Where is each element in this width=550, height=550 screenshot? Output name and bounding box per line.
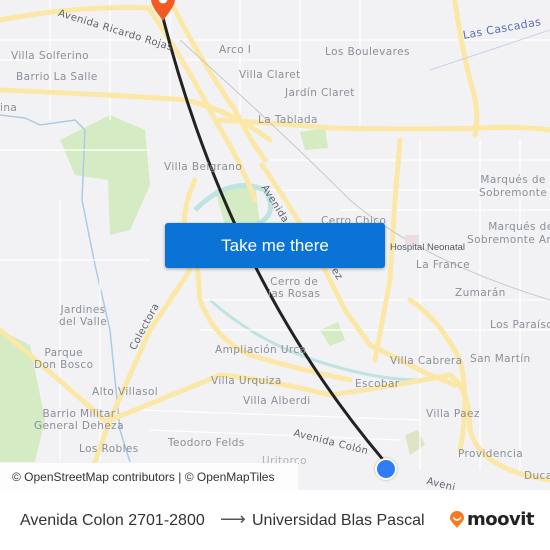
map-label-neighborhood: Barrio La Salle (16, 71, 98, 83)
map-label-neighborhood: Villa Belgrano (164, 161, 243, 173)
origin-name: Avenida Colon 2701-2800 (20, 512, 205, 529)
label-line: Sobremonte (479, 187, 548, 199)
map-label-neighborhood: Escobar (355, 378, 400, 390)
take-me-there-button[interactable]: Take me there (165, 223, 385, 268)
moovit-wordmark: moovit (467, 509, 535, 530)
map-label-neighborhood: Los Robles (79, 443, 139, 455)
destination-pin-icon[interactable] (147, 0, 179, 22)
label-line: Marqués de (488, 221, 550, 233)
park (320, 322, 345, 346)
footer: Avenida Colon 2701-2800 ⟶ Universidad Bl… (0, 490, 550, 550)
map-label-neighborhood: Arco I (219, 44, 252, 56)
map-label-neighborhood: Barrio Militar General Deheza (34, 408, 124, 432)
moovit-logo[interactable]: moovit (449, 509, 535, 530)
label-line: Sobremonte An (467, 234, 550, 246)
map-label-neighborhood: Teodoro Felds (168, 437, 245, 449)
moovit-pin-icon (450, 510, 464, 528)
origin-marker-icon[interactable] (375, 458, 397, 480)
arrow-right-icon: ⟶ (220, 509, 246, 529)
map-label-neighborhood: La Tablada (258, 114, 318, 126)
map-label-neighborhood: Villa Urquiza (211, 375, 282, 387)
map-label-neighborhood: Cerro de las Rosas (268, 276, 320, 300)
map-label-neighborhood: San Martín (470, 353, 531, 365)
map-label-neighborhood: Duca (524, 470, 550, 482)
park (300, 128, 328, 150)
map-label-neighborhood: Los Boulevares (325, 46, 410, 58)
map[interactable]: Avenida Ricardo Rojas Villa Solferino Ba… (0, 0, 550, 490)
label-line: del Valle (59, 316, 108, 328)
map-label-neighborhood: Jardines del Valle (59, 304, 107, 328)
map-label-neighborhood: Villa Claret (239, 69, 301, 81)
map-label-neighborhood: Villa Paez (426, 408, 480, 420)
map-label-neighborhood: Ampliación Urca (215, 344, 307, 356)
map-label-neighborhood: Parque Don Bosco (34, 347, 93, 371)
map-label-neighborhood: Villa Alberdi (243, 395, 311, 407)
label-line: Jardines (60, 304, 106, 316)
map-label-neighborhood: Alto Villasol (92, 386, 159, 398)
label-line: Cerro de (270, 276, 319, 288)
label-line: Parque (44, 347, 83, 359)
map-label-neighborhood: Villa Cabrera (390, 355, 463, 367)
park (405, 430, 425, 455)
map-label-neighborhood: ina (0, 102, 18, 114)
map-label-neighborhood: Los Paraíso (490, 319, 550, 331)
label-line: Marqués de (480, 174, 546, 186)
map-label-neighborhood: Jardín Claret (285, 87, 355, 99)
map-attribution[interactable]: © OpenStreetMap contributors | © OpenMap… (0, 463, 298, 490)
label-line: General Deheza (34, 420, 124, 432)
destination-name: Universidad Blas Pascal (252, 512, 425, 529)
map-label-neighborhood: Marqués de Sobremonte An (467, 221, 550, 247)
map-label-neighborhood: Villa Solferino (11, 50, 89, 62)
park (60, 115, 150, 235)
label-line: Don Bosco (34, 359, 94, 371)
label-line: Barrio Militar (42, 408, 116, 420)
map-label-neighborhood: Zumarán (455, 287, 506, 299)
label-line: las Rosas (268, 288, 321, 300)
map-label-neighborhood: Marqués de Sobremonte (479, 174, 547, 200)
map-label-neighborhood: Providencia (458, 448, 524, 460)
map-label-poi: Hospital Neonatal (390, 242, 465, 253)
map-label-neighborhood: La France (416, 259, 471, 271)
